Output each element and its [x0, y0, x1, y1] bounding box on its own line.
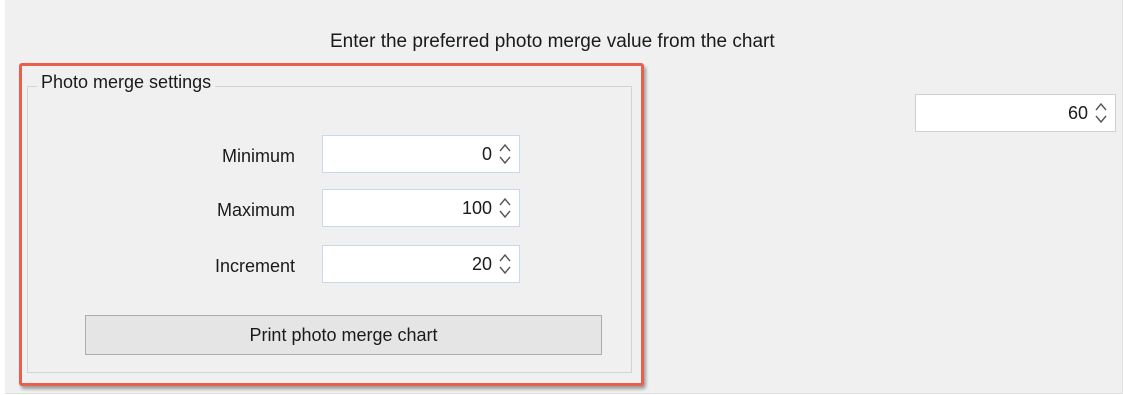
- maximum-spinbox[interactable]: 100: [322, 189, 520, 227]
- minimum-spinbox[interactable]: 0: [322, 135, 520, 173]
- increment-label: Increment: [214, 256, 295, 276]
- maximum-value: 100: [461, 197, 492, 218]
- increment-value: 20: [471, 253, 492, 274]
- increment-spinbox[interactable]: 20: [322, 245, 520, 283]
- spinner-arrows-icon[interactable]: [496, 249, 514, 279]
- maximum-label: Maximum: [216, 200, 295, 220]
- spinner-arrows-icon[interactable]: [496, 139, 514, 169]
- dialog-panel: Enter the preferred photo merge value fr…: [5, 0, 1123, 394]
- print-photo-merge-chart-button[interactable]: Print photo merge chart: [85, 315, 602, 355]
- instruction-text: Enter the preferred photo merge value fr…: [330, 31, 775, 52]
- preferred-value-spinbox[interactable]: 60: [915, 94, 1116, 132]
- group-title: Photo merge settings: [37, 72, 216, 93]
- minimum-value: 0: [481, 143, 492, 164]
- spinner-arrows-icon[interactable]: [496, 193, 514, 223]
- preferred-value: 60: [1067, 102, 1088, 123]
- minimum-label: Minimum: [221, 146, 295, 166]
- spinner-arrows-icon[interactable]: [1092, 98, 1110, 128]
